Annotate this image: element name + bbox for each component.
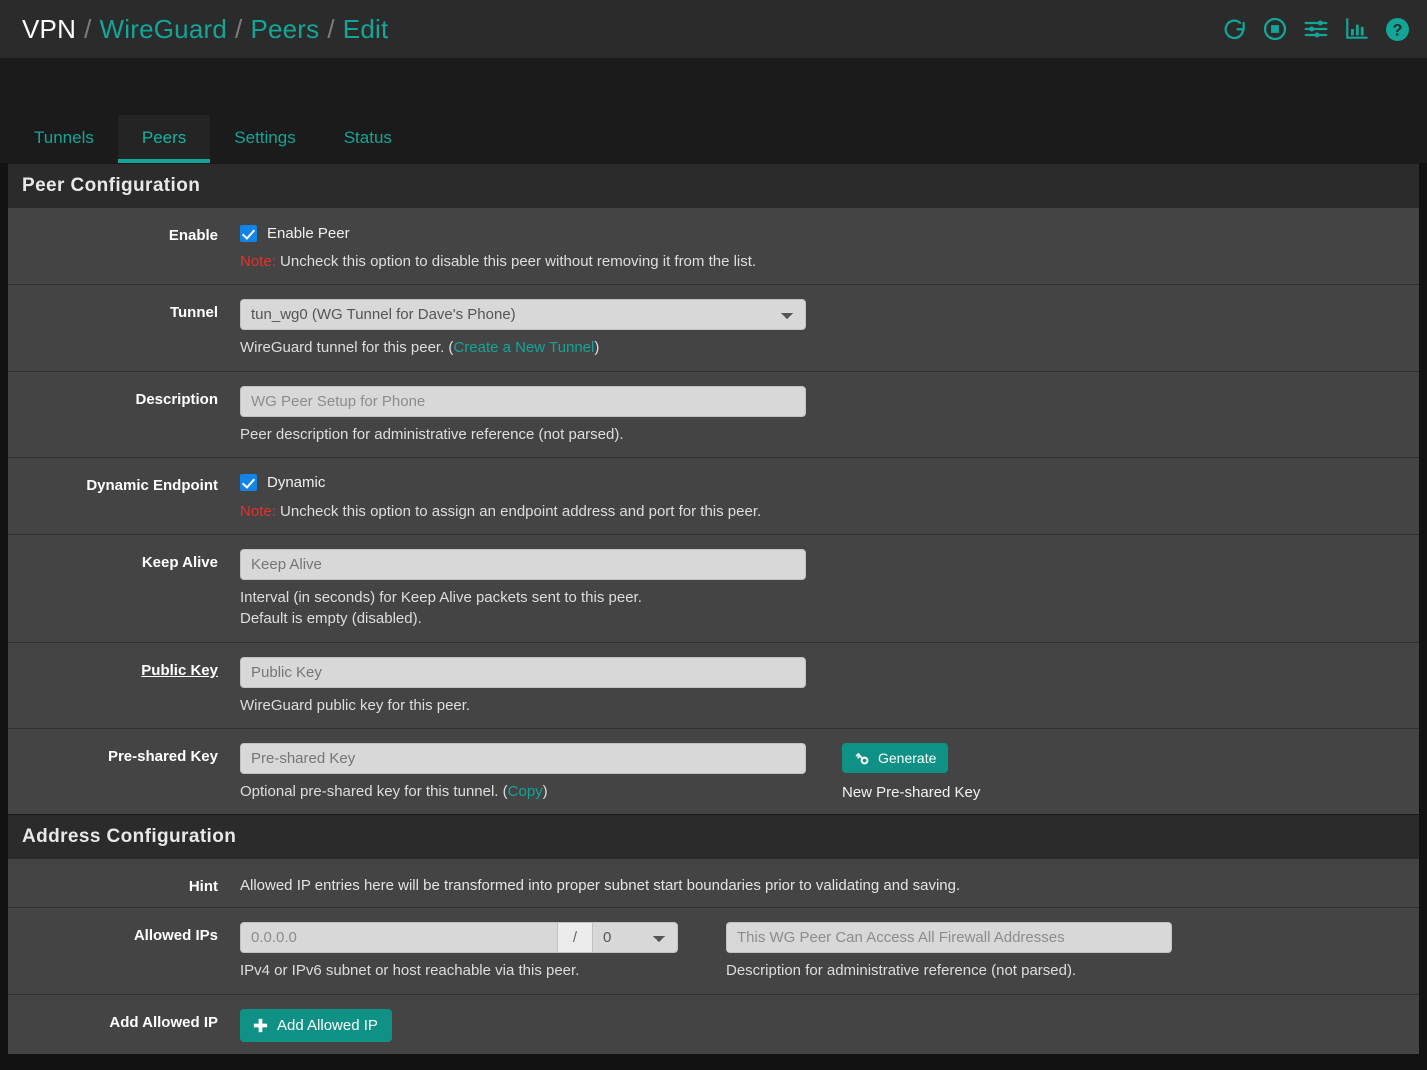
allowed-ip-address-help: IPv4 or IPv6 subnet or host reachable vi… (240, 962, 580, 980)
tab-peers[interactable]: Peers (117, 115, 211, 163)
bar-chart-icon[interactable] (1344, 16, 1370, 42)
tab-settings-label: Settings (234, 128, 296, 147)
hint-row: Hint Allowed IP entries here will be tra… (8, 859, 1419, 909)
add-allowed-ip-row: Add Allowed IP Add Allowed IP (8, 995, 1419, 1054)
breadcrumb-separator: / (84, 13, 92, 44)
tunnel-row: Tunnel tun_wg0 (WG Tunnel for Dave's Pho… (8, 285, 1419, 372)
enable-peer-checkbox[interactable] (240, 224, 257, 242)
public-key-help-text: WireGuard public key for this peer. (240, 696, 471, 714)
hint-text: Allowed IP entries here will be transfor… (240, 877, 961, 895)
pre-shared-key-row: Pre-shared Key Optional pre-shared key f… (8, 729, 1419, 814)
enable-help-text: Note: Uncheck this option to disable thi… (240, 251, 1403, 272)
copy-link[interactable]: Copy (508, 783, 543, 800)
pre-shared-key-label: Pre-shared Key (107, 748, 218, 766)
generate-button-label: Generate (878, 750, 937, 767)
generate-button-caption: New Pre-shared Key (842, 784, 981, 802)
add-allowed-ip-label: Add Allowed IP (109, 1013, 218, 1031)
dynamic-checkbox[interactable] (240, 474, 257, 492)
allowed-ip-address-input[interactable] (240, 922, 558, 954)
tab-bar: Tunnels Peers Settings Status (0, 58, 1427, 163)
enable-row: Enable Enable Peer Note: Uncheck this op… (8, 208, 1419, 286)
help-icon[interactable]: ? (1384, 16, 1411, 43)
tab-status[interactable]: Status (320, 115, 416, 163)
allowed-ip-input-group: / 0 (240, 922, 678, 954)
add-allowed-ip-button[interactable]: Add Allowed IP (240, 1008, 392, 1042)
breadcrumb-item-edit[interactable]: Edit (343, 14, 389, 45)
add-allowed-ip-button-label: Add Allowed IP (277, 1016, 378, 1034)
address-configuration-body: Hint Allowed IP entries here will be tra… (8, 859, 1419, 1054)
dynamic-endpoint-help-text: Note: Uncheck this option to assign an e… (240, 501, 1403, 522)
header-icon-group: ? (1222, 16, 1411, 43)
enable-note-prefix: Note: (240, 253, 276, 270)
tab-peers-label: Peers (141, 128, 187, 147)
description-input[interactable] (240, 385, 806, 417)
tab-tunnels-label: Tunnels (34, 128, 94, 147)
description-label: Description (135, 390, 218, 408)
keep-alive-label: Keep Alive (141, 554, 218, 572)
tunnel-help-before: WireGuard tunnel for this peer. ( (240, 339, 454, 357)
sliders-icon[interactable] (1302, 16, 1330, 42)
peer-configuration-title: Peer Configuration (8, 163, 1419, 208)
keep-alive-row: Keep Alive Interval (in seconds) for Kee… (8, 535, 1419, 643)
enable-note-text: Uncheck this option to disable this peer… (275, 253, 757, 270)
keep-alive-help-line2: Default is empty (disabled). (240, 610, 422, 628)
enable-peer-checkbox-label: Enable Peer (267, 224, 350, 242)
dynamic-checkbox-label: Dynamic (267, 474, 326, 492)
keep-alive-help-text: Interval (in seconds) for Keep Alive pac… (240, 587, 1403, 630)
dynamic-endpoint-label: Dynamic Endpoint (86, 476, 218, 494)
breadcrumb-item-vpn[interactable]: VPN (22, 14, 76, 45)
svg-text:?: ? (1393, 21, 1403, 39)
allowed-ips-row: Allowed IPs / 0 IPv4 or IPv6 subnet or h… (8, 908, 1419, 995)
description-row: Description Peer description for adminis… (8, 372, 1419, 458)
tab-status-label: Status (343, 128, 392, 147)
key-icon (854, 750, 870, 766)
create-new-tunnel-link[interactable]: Create a New Tunnel (453, 339, 594, 356)
pre-shared-key-input[interactable] (240, 743, 806, 775)
pre-shared-key-help-text: Optional pre-shared key for this tunnel.… (240, 781, 822, 802)
psk-help-before: Optional pre-shared key for this tunnel.… (240, 783, 508, 801)
generate-button[interactable]: Generate (842, 743, 949, 774)
hint-label: Hint (188, 878, 218, 896)
allowed-ip-description-help: Description for administrative reference… (726, 962, 1077, 980)
allowed-ip-mask-select[interactable]: 0 (592, 922, 678, 954)
refresh-icon[interactable] (1222, 16, 1248, 42)
tab-settings[interactable]: Settings (210, 115, 319, 163)
tunnel-help-text: WireGuard tunnel for this peer. (Create … (240, 337, 1403, 358)
keep-alive-help-line1: Interval (in seconds) for Keep Alive pac… (240, 589, 642, 607)
stop-icon[interactable] (1262, 16, 1288, 42)
psk-help-after: ) (542, 783, 548, 801)
tab-tunnels[interactable]: Tunnels (10, 115, 118, 163)
public-key-row: Public Key WireGuard public key for this… (8, 643, 1419, 730)
breadcrumb-separator: / (235, 13, 243, 44)
peer-configuration-panel: Peer Configuration Enable Enable Peer No… (8, 163, 1419, 815)
address-configuration-panel: Address Configuration Hint Allowed IP en… (8, 814, 1419, 1054)
public-key-input[interactable] (240, 656, 806, 688)
dynamic-note-text: Uncheck this option to assign an endpoin… (275, 502, 762, 520)
keep-alive-input[interactable] (240, 549, 806, 581)
plus-icon (252, 1017, 269, 1034)
public-key-label: Public Key (141, 661, 218, 679)
dynamic-endpoint-row: Dynamic Endpoint Dynamic Note: Uncheck t… (8, 458, 1419, 536)
description-help-text: Peer description for administrative refe… (240, 425, 624, 443)
top-header-bar: VPN / WireGuard / Peers / Edit ? (0, 0, 1427, 58)
address-configuration-title: Address Configuration (8, 814, 1419, 860)
breadcrumb-item-peers[interactable]: Peers (250, 14, 319, 45)
tunnel-select[interactable]: tun_wg0 (WG Tunnel for Dave's Phone) (240, 299, 806, 331)
breadcrumb: VPN / WireGuard / Peers / Edit (22, 14, 388, 45)
tunnel-help-after: ) (594, 339, 600, 357)
cidr-separator: / (558, 922, 592, 954)
allowed-ips-label: Allowed IPs (133, 927, 218, 945)
enable-label: Enable (168, 227, 218, 244)
breadcrumb-item-wireguard[interactable]: WireGuard (100, 14, 228, 45)
dynamic-note-prefix: Note: (240, 502, 276, 520)
peer-configuration-body: Enable Enable Peer Note: Uncheck this op… (8, 208, 1419, 815)
allowed-ip-description-input[interactable] (726, 922, 1172, 954)
breadcrumb-separator: / (327, 13, 335, 44)
tunnel-label: Tunnel (169, 304, 218, 322)
